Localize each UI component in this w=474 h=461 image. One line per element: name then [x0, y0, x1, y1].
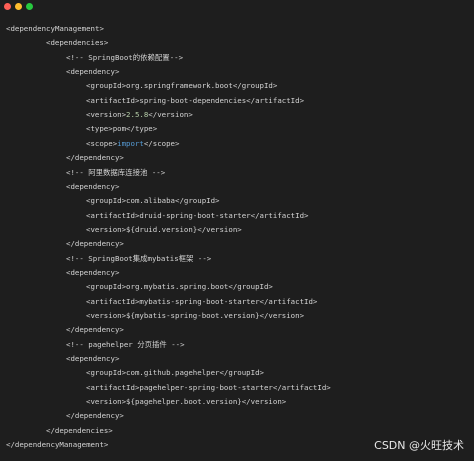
window-titlebar: [0, 0, 474, 14]
code-tag: <scope>: [86, 138, 118, 148]
code-line: <dependency>: [66, 181, 120, 191]
code-tag: </scope>: [143, 138, 180, 148]
code-line: <!-- SpringBoot的依赖配置-->: [66, 52, 184, 62]
code-line: <type>pom</type>: [86, 124, 158, 134]
code-tag: </version>: [148, 110, 193, 120]
code-line: <!-- 阿里数据库连接池 -->: [66, 167, 166, 177]
code-line: <version>${druid.version}</version>: [86, 224, 242, 234]
code-tag: <version>: [86, 110, 127, 120]
code-line: </dependency>: [66, 153, 124, 163]
code-line: <version>${mybatis-spring-boot.version}<…: [86, 311, 305, 320]
code-line: <dependencies>: [46, 38, 109, 48]
code-line: </dependency>: [66, 325, 124, 335]
code-line: <!-- SpringBoot集成mybatis框架 -->: [66, 253, 212, 263]
code-line: <groupId>com.github.pagehelper</groupId>: [86, 368, 264, 378]
code-line: <artifactId>pagehelper-spring-boot-start…: [86, 382, 331, 392]
code-line: <version>2.5.8</version>: [86, 108, 193, 122]
code-line: <dependencyManagement>: [6, 24, 104, 33]
code-line: <version>${pagehelper.boot.version}</ver…: [86, 397, 287, 407]
close-dot-icon[interactable]: [4, 3, 11, 10]
code-line: </dependency>: [66, 239, 124, 249]
code-line: <dependency>: [66, 267, 120, 277]
code-value: 2.5.8: [126, 110, 149, 120]
code-line: </dependencies>: [46, 425, 113, 435]
code-window: <dependencyManagement> <dependencies> <!--…: [0, 0, 474, 461]
code-line: <artifactId>mybatis-spring-boot-starter<…: [86, 296, 318, 306]
code-line: <dependency>: [66, 67, 120, 77]
code-line: </dependencyManagement>: [6, 440, 109, 450]
code-line: <artifactId>spring-boot-dependencies</ar…: [86, 95, 305, 105]
code-value: import: [117, 138, 144, 148]
code-line: <scope>import</scope>: [86, 137, 179, 151]
code-line: <!-- pagehelper 分页插件 -->: [66, 339, 185, 349]
code-line: </dependency>: [66, 411, 124, 421]
code-line: <groupId>com.alibaba</groupId>: [86, 196, 220, 206]
code-line: <dependency>: [66, 354, 120, 364]
code-line: <groupId>org.mybatis.spring.boot</groupI…: [86, 282, 273, 292]
watermark: CSDN @火旺技术: [374, 439, 464, 452]
code-line: <groupId>org.springframework.boot</group…: [86, 81, 278, 91]
maximize-dot-icon[interactable]: [26, 3, 33, 10]
code-line: <artifactId>druid-spring-boot-starter</a…: [86, 210, 309, 220]
minimize-dot-icon[interactable]: [15, 3, 22, 10]
